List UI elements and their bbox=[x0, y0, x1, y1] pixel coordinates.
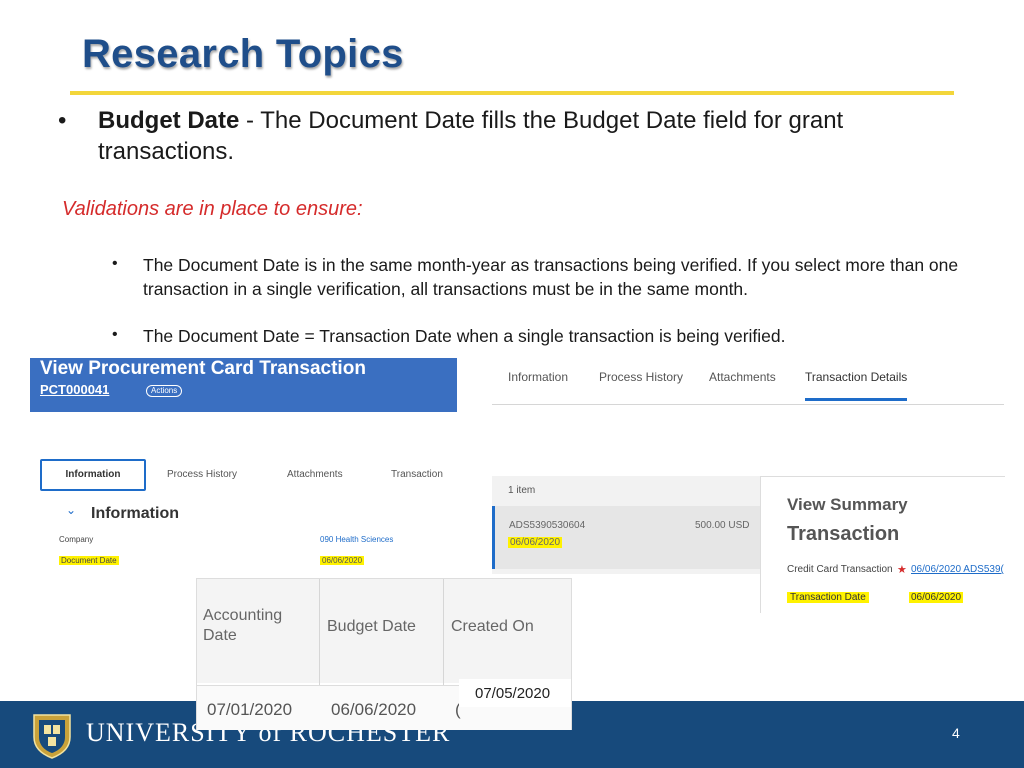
item-date: 06/06/2020 bbox=[508, 537, 563, 548]
tab-attachments[interactable]: Attachments bbox=[287, 469, 343, 480]
transaction-date-value: 06/06/2020 bbox=[909, 592, 964, 603]
table-header-row: Accounting Date Budget Date Created On bbox=[197, 579, 571, 683]
sub-bullet-glyph: • bbox=[112, 255, 118, 272]
summary-heading: View Summary bbox=[787, 495, 908, 514]
summary-subheading: Transaction bbox=[787, 523, 900, 545]
pc-header-title: View Procurement Card Transaction bbox=[40, 358, 366, 379]
tab-transaction-details[interactable]: Transaction Details bbox=[805, 370, 908, 401]
tab-transaction[interactable]: Transaction bbox=[391, 469, 443, 480]
transaction-summary: View Summary Transaction Credit Card Tra… bbox=[760, 476, 1005, 613]
required-star-icon: ★ bbox=[897, 564, 907, 576]
document-date-label: Document Date bbox=[59, 556, 119, 565]
tab-information[interactable]: Information bbox=[40, 459, 146, 491]
pc-transaction-id[interactable]: PCT000041 bbox=[40, 382, 109, 397]
information-heading: Information bbox=[91, 505, 179, 522]
list-item[interactable]: ADS5390530604 500.00 USD 06/06/2020 bbox=[492, 506, 760, 569]
created-on-value: 07/05/2020 bbox=[475, 685, 551, 702]
item-list: 1 item ADS5390530604 500.00 USD 06/06/20… bbox=[492, 476, 760, 574]
item-id: ADS5390530604 bbox=[509, 520, 586, 531]
column-header-created-on: Created On bbox=[451, 618, 534, 635]
column-header-accounting-date: Accounting Date bbox=[203, 607, 283, 644]
transaction-date-label: Transaction Date bbox=[787, 592, 869, 603]
title-underline bbox=[70, 91, 954, 95]
company-label: Company bbox=[59, 535, 94, 544]
cell-budget-date: 06/06/2020 bbox=[331, 700, 417, 719]
company-value[interactable]: 090 Health Sciences bbox=[320, 535, 393, 544]
page-number: 4 bbox=[952, 725, 960, 741]
tab-process-history[interactable]: Process History bbox=[167, 469, 237, 480]
item-amount: 500.00 USD bbox=[695, 520, 750, 531]
validations-heading: Validations are in place to ensure: bbox=[62, 198, 363, 220]
university-seal-icon bbox=[33, 714, 71, 759]
procurement-card-header: View Procurement Card Transaction PCT000… bbox=[30, 358, 457, 412]
chevron-down-icon[interactable]: ⌄ bbox=[66, 503, 76, 517]
tab-attachments[interactable]: Attachments bbox=[709, 370, 776, 384]
slide-title: Research Topics bbox=[82, 32, 404, 76]
item-count: 1 item bbox=[508, 485, 536, 496]
sub-bullet-month-year: The Document Date is in the same month-y… bbox=[143, 255, 959, 299]
credit-card-transaction-label: Credit Card Transaction bbox=[787, 564, 893, 575]
tab-information[interactable]: Information bbox=[508, 370, 568, 384]
transaction-tabs-right: Information Process History Attachments … bbox=[492, 360, 1004, 405]
cell-accounting-date: 07/01/2020 bbox=[207, 700, 293, 719]
column-header-budget-date: Budget Date bbox=[327, 618, 416, 635]
transaction-tabs-left: Information Process History Attachments … bbox=[40, 459, 460, 493]
credit-card-transaction-link[interactable]: 06/06/2020 ADS539( bbox=[911, 564, 1005, 575]
bullet-budget-date: Budget Date - The Document Date fills th… bbox=[98, 105, 928, 167]
actions-button[interactable]: Actions bbox=[146, 385, 183, 397]
document-date-value: 06/06/2020 bbox=[320, 556, 365, 565]
sub-bullet-transaction-date: The Document Date = Transaction Date whe… bbox=[143, 326, 786, 346]
bullet-term: Budget Date bbox=[98, 107, 240, 134]
bullet-glyph: • bbox=[58, 107, 67, 134]
sub-bullet-glyph: • bbox=[112, 326, 118, 343]
tab-process-history[interactable]: Process History bbox=[599, 370, 683, 384]
date-table: Accounting Date Budget Date Created On 0… bbox=[196, 578, 572, 730]
